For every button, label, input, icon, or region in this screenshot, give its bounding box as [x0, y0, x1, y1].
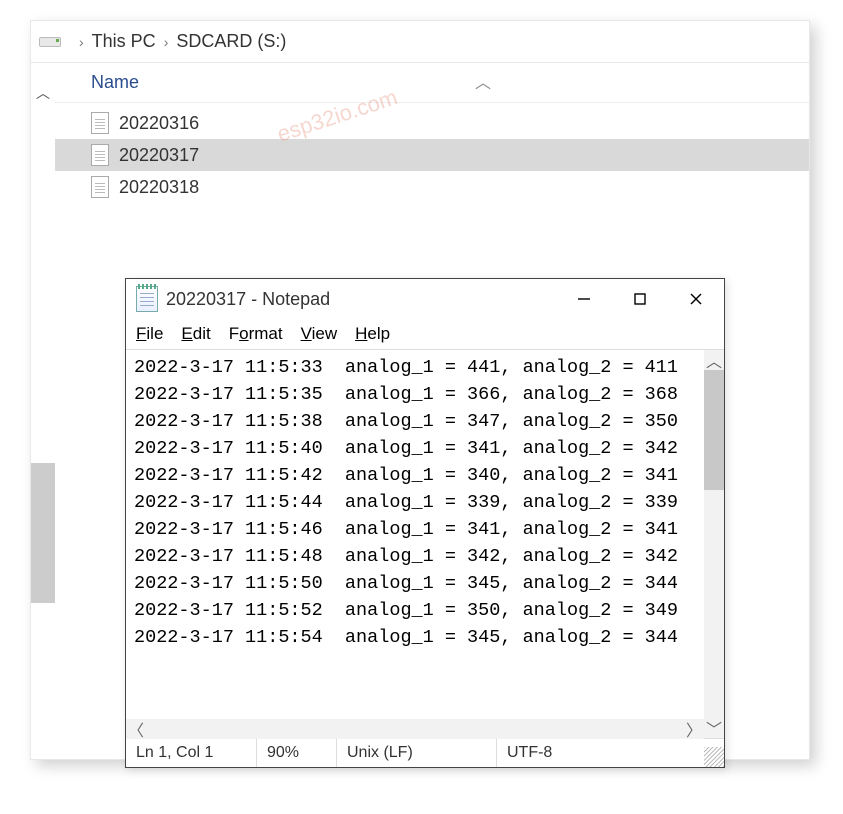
- breadcrumb-this-pc[interactable]: This PC: [92, 31, 156, 52]
- file-list: 20220316 20220317 20220318: [55, 103, 809, 203]
- chevron-right-icon[interactable]: ›: [79, 34, 84, 50]
- scroll-up-icon[interactable]: ︿: [704, 350, 724, 370]
- scroll-right-icon[interactable]: 〉: [684, 719, 704, 739]
- text-file-icon: [91, 176, 109, 198]
- chevron-right-icon[interactable]: ›: [164, 34, 169, 50]
- notepad-window: 20220317 - Notepad File Edit Format View…: [125, 278, 725, 768]
- notepad-title-text: 20220317 - Notepad: [166, 289, 330, 310]
- file-area: esp32io.com Name ︿ 202203162022031720220…: [55, 63, 809, 759]
- status-cursor-pos: Ln 1, Col 1: [126, 739, 256, 767]
- file-name: 20220318: [119, 177, 199, 198]
- menu-help[interactable]: Help: [355, 324, 390, 344]
- file-name: 20220317: [119, 145, 199, 166]
- scroll-track[interactable]: [704, 370, 724, 718]
- notepad-statusbar: Ln 1, Col 1 90% Unix (LF) UTF-8: [126, 739, 724, 767]
- text-file-icon: [91, 144, 109, 166]
- status-line-ending: Unix (LF): [336, 739, 496, 767]
- scroll-thumb[interactable]: [704, 370, 724, 490]
- file-row[interactable]: 20220318: [55, 171, 809, 203]
- menu-file[interactable]: File: [136, 324, 163, 344]
- scroll-up-icon[interactable]: ︿: [36, 83, 50, 103]
- vertical-scrollbar[interactable]: ︿ ﹀: [704, 350, 724, 738]
- explorer-body: ︿ esp32io.com Name ︿ 2022031620220317202…: [31, 63, 809, 759]
- notepad-body: 2022-3-17 11:5:33 analog_1 = 441, analog…: [126, 349, 724, 739]
- file-name: 20220316: [119, 113, 199, 134]
- notepad-icon: [136, 286, 158, 312]
- left-scrollbar[interactable]: ︿: [31, 63, 55, 759]
- breadcrumb: › This PC › SDCARD (S:): [31, 21, 809, 63]
- column-resize-icon[interactable]: ︿: [475, 69, 491, 93]
- notepad-titlebar[interactable]: 20220317 - Notepad: [126, 279, 724, 319]
- scroll-down-icon[interactable]: ﹀: [704, 718, 724, 738]
- resize-grip-icon[interactable]: [704, 747, 724, 767]
- column-header-name[interactable]: Name: [91, 72, 139, 93]
- close-button[interactable]: [668, 279, 724, 319]
- explorer-window: › This PC › SDCARD (S:) ︿ esp32io.com Na…: [30, 20, 810, 760]
- file-row[interactable]: 20220317: [55, 139, 809, 171]
- scroll-left-icon[interactable]: 〈: [126, 719, 146, 739]
- column-header-row: Name ︿: [55, 63, 809, 103]
- menu-format[interactable]: Format: [229, 324, 283, 344]
- status-zoom: 90%: [256, 739, 336, 767]
- maximize-button[interactable]: [612, 279, 668, 319]
- horizontal-scrollbar[interactable]: 〈 〉: [126, 719, 704, 739]
- file-row[interactable]: 20220316: [55, 107, 809, 139]
- menu-view[interactable]: View: [301, 324, 338, 344]
- notepad-menubar: File Edit Format View Help: [126, 319, 724, 349]
- drive-icon: [39, 35, 61, 49]
- text-file-icon: [91, 112, 109, 134]
- scroll-thumb[interactable]: [31, 463, 55, 603]
- minimize-button[interactable]: [556, 279, 612, 319]
- notepad-text-area[interactable]: 2022-3-17 11:5:33 analog_1 = 441, analog…: [126, 350, 704, 738]
- window-controls: [556, 279, 724, 319]
- status-encoding: UTF-8: [496, 739, 636, 767]
- menu-edit[interactable]: Edit: [181, 324, 210, 344]
- breadcrumb-sdcard[interactable]: SDCARD (S:): [176, 31, 286, 52]
